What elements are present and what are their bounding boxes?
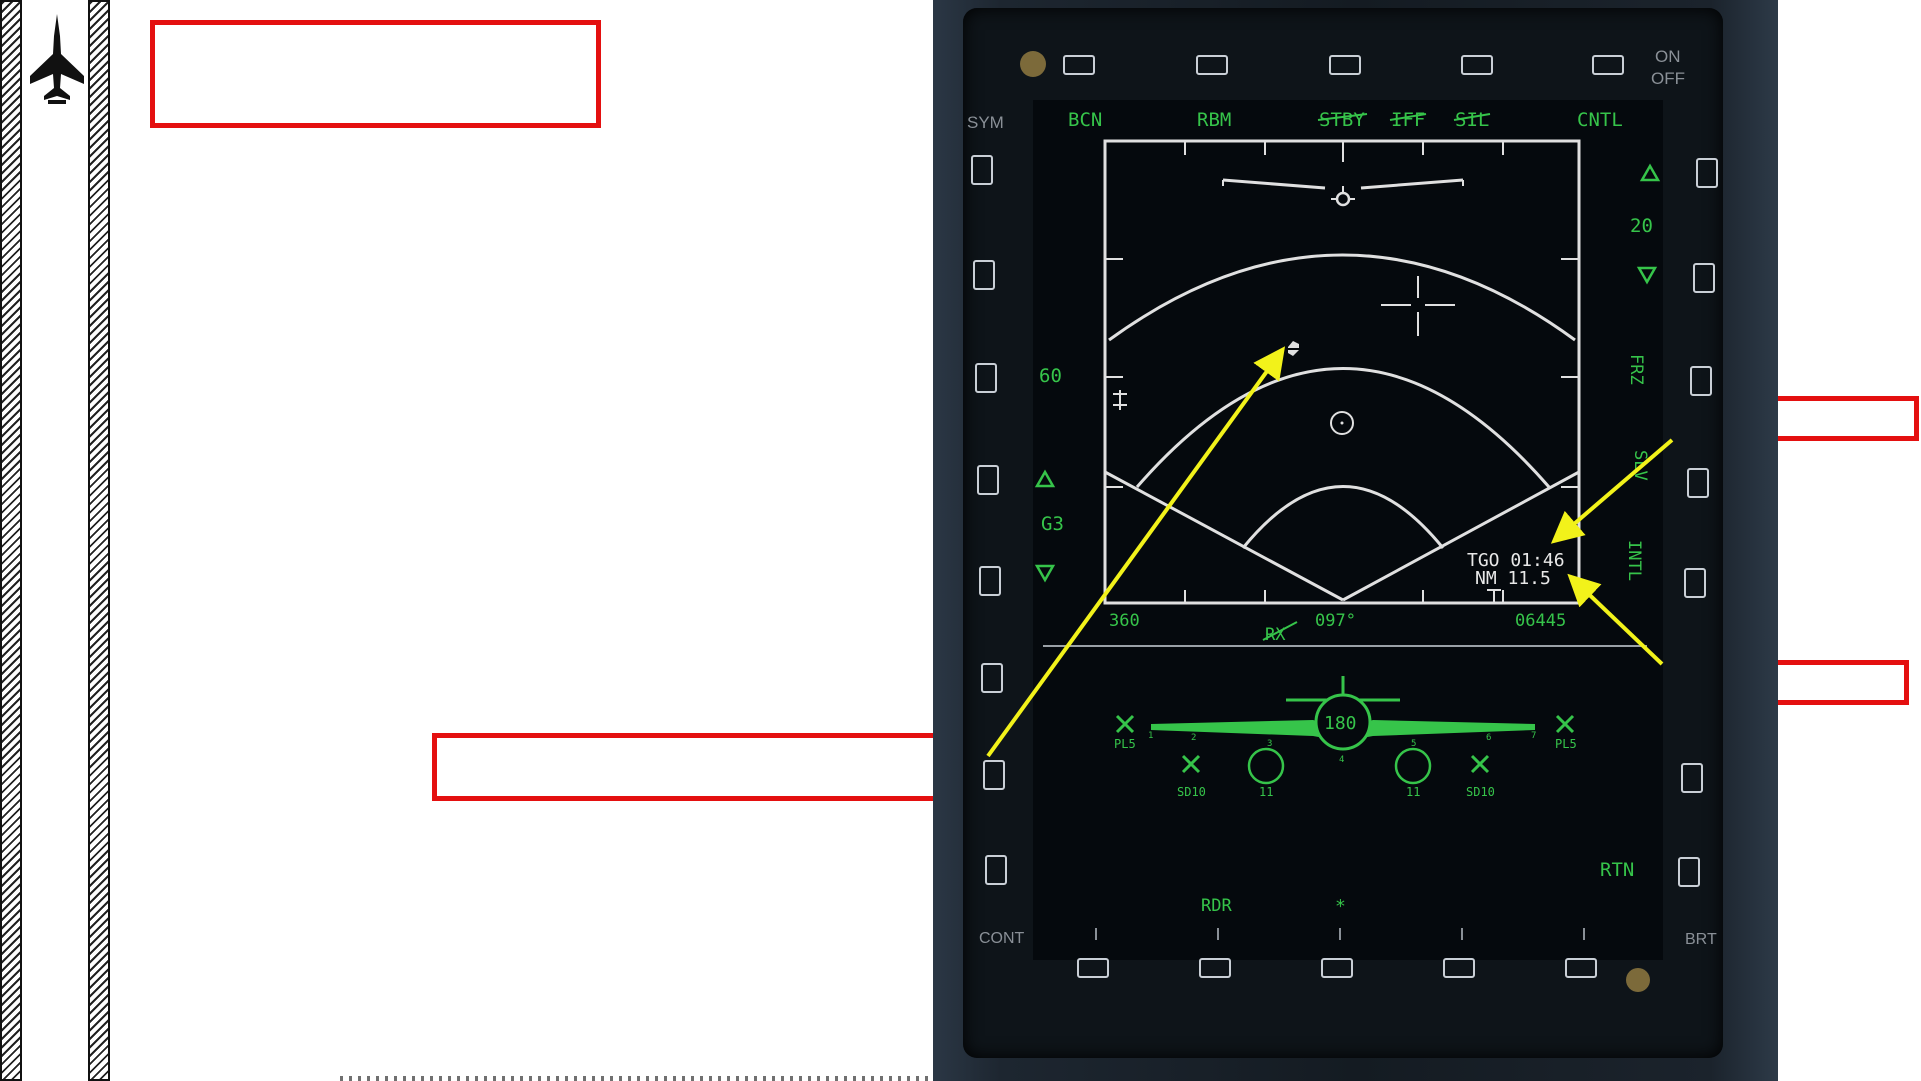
fuel-center-value: 180 bbox=[1324, 713, 1357, 734]
range-arc-outer bbox=[1108, 253, 1576, 342]
range-arc-inner bbox=[1241, 485, 1445, 549]
store-label-sd10-left: SD10 bbox=[1177, 785, 1206, 799]
pl5-left-icon bbox=[1115, 714, 1135, 734]
bezel-knob-bottom[interactable] bbox=[1626, 968, 1650, 992]
cntl-label: CNTL bbox=[1577, 109, 1623, 131]
elevation-value: 60 bbox=[1039, 365, 1062, 387]
iff-label: IFF bbox=[1391, 109, 1425, 131]
gain-value: G3 bbox=[1041, 513, 1064, 535]
asterisk-marker-icon: * bbox=[1335, 896, 1346, 917]
altitude-label: 06445 bbox=[1515, 611, 1566, 631]
azimuth-left-label: 360 bbox=[1109, 611, 1140, 631]
cont-label: CONT bbox=[979, 930, 1025, 947]
sd10-right-icon bbox=[1470, 754, 1490, 774]
sym-label: SYM bbox=[967, 113, 1004, 132]
mfd-display: SYM ON OFF CONT BRT BCN RBM STBY IFF SIL… bbox=[933, 0, 1778, 1081]
nm-readout: NM 11.5 bbox=[1475, 568, 1551, 589]
station-3: 3 bbox=[1267, 739, 1272, 749]
heading-label: 097° bbox=[1315, 611, 1356, 631]
station-4: 4 bbox=[1339, 755, 1344, 765]
station-1: 1 bbox=[1148, 731, 1153, 741]
gain-down-icon bbox=[1034, 564, 1056, 583]
station-7: 7 bbox=[1531, 731, 1536, 741]
intl-label: INTL bbox=[1624, 540, 1644, 581]
pl5-right-icon bbox=[1555, 714, 1575, 734]
callout-title-box bbox=[150, 20, 601, 128]
range-down-icon bbox=[1636, 266, 1658, 285]
fuel-tank-right-icon bbox=[1394, 747, 1432, 785]
waypoint-target-icon bbox=[1286, 341, 1301, 356]
off-label: OFF bbox=[1651, 69, 1685, 88]
gain-up-icon bbox=[1034, 469, 1056, 488]
brt-label: BRT bbox=[1685, 931, 1717, 948]
rx-label: RX bbox=[1265, 625, 1286, 645]
range-up-icon bbox=[1639, 163, 1661, 182]
on-label: ON bbox=[1655, 47, 1681, 66]
slv-label: SLV bbox=[1630, 450, 1650, 481]
rtn-label: RTN bbox=[1600, 859, 1634, 881]
left-stripe-inner bbox=[88, 0, 110, 1081]
flight-path-marker-icon bbox=[1335, 191, 1351, 207]
radar-frame bbox=[1103, 139, 1581, 605]
sil-label: SIL bbox=[1455, 109, 1489, 131]
aircraft-icon bbox=[30, 14, 84, 104]
station-5: 5 bbox=[1411, 739, 1416, 749]
station-2: 2 bbox=[1191, 733, 1196, 743]
bcn-label: BCN bbox=[1068, 109, 1102, 131]
rbm-label: RBM bbox=[1197, 109, 1231, 131]
left-stripe-outer bbox=[0, 0, 22, 1081]
store-label-tank-left: 11 bbox=[1259, 785, 1273, 799]
mfd-symbology: SYM ON OFF CONT BRT BCN RBM STBY IFF SIL… bbox=[967, 47, 1717, 992]
store-label-pl5-left: PL5 bbox=[1114, 737, 1136, 751]
rdr-label: RDR bbox=[1201, 896, 1232, 916]
sd10-left-icon bbox=[1181, 754, 1201, 774]
store-label-tank-right: 11 bbox=[1406, 785, 1420, 799]
store-label-sd10-right: SD10 bbox=[1466, 785, 1495, 799]
bezel-knob[interactable] bbox=[1020, 51, 1046, 77]
station-6: 6 bbox=[1486, 733, 1491, 743]
fuel-tank-left-icon bbox=[1247, 747, 1285, 785]
frz-label: FRZ bbox=[1626, 354, 1646, 385]
range-arc-mid bbox=[1135, 367, 1551, 488]
store-label-pl5-right: PL5 bbox=[1555, 737, 1577, 751]
range-value: 20 bbox=[1630, 215, 1653, 237]
callout-target-box bbox=[432, 733, 988, 801]
